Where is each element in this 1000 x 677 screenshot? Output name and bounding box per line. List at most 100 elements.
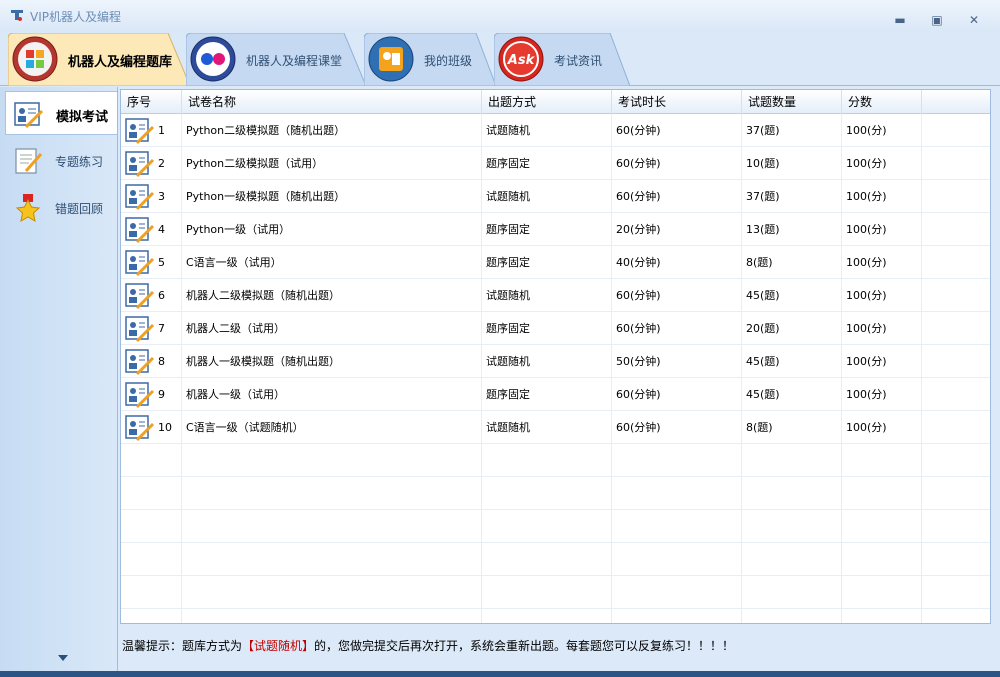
- column-header-name[interactable]: 试卷名称: [182, 90, 482, 114]
- table-row[interactable]: 6 机器人二级模拟题（随机出题） 试题随机 60(分钟) 45(题) 100(分): [121, 279, 990, 312]
- cell-name: Python一级模拟题（随机出题）: [182, 180, 482, 213]
- bottom-bar: [0, 671, 1000, 677]
- main-tab-bar: 机器人及编程题库 机器人及编程课堂 我的班级 Ask 考试资讯: [0, 30, 1000, 86]
- sidebar-scroll-down-icon[interactable]: [58, 655, 68, 661]
- cell-count: 37(题): [742, 180, 842, 213]
- table-row[interactable]: 10 C语言一级（试题随机） 试题随机 60(分钟) 8(题) 100(分): [121, 411, 990, 444]
- cell-score: 100(分): [842, 312, 922, 345]
- cell-no: 8: [121, 345, 182, 378]
- cell-name: C语言一级（试题随机）: [182, 411, 482, 444]
- tab-label: 我的班级: [424, 54, 473, 68]
- cell-count: 37(题): [742, 114, 842, 147]
- table-row[interactable]: 7 机器人二级（试用） 题序固定 60(分钟) 20(题) 100(分): [121, 312, 990, 345]
- tip-text: 温馨提示：题库方式为【试题随机】的，您做完提交后再次打开，系统会重新出题。每套题…: [122, 637, 734, 654]
- column-header-count[interactable]: 试题数量: [742, 90, 842, 114]
- row-number: 9: [158, 388, 165, 401]
- row-number: 3: [158, 190, 165, 203]
- column-header-score[interactable]: 分数: [842, 90, 922, 114]
- sidebar: 模拟考试 专题练习 错题回顾: [0, 87, 118, 671]
- app-logo-icon: [11, 10, 23, 21]
- cell-no: 6: [121, 279, 182, 312]
- cell-name: 机器人二级（试用）: [182, 312, 482, 345]
- tab-exam-news[interactable]: Ask 考试资讯: [494, 33, 630, 86]
- cell-mode: 题序固定: [482, 147, 612, 180]
- row-number: 2: [158, 157, 165, 170]
- row-number: 8: [158, 355, 165, 368]
- cell-duration: 60(分钟): [612, 180, 742, 213]
- cell-mode: 题序固定: [482, 246, 612, 279]
- exam-paper-icon: [125, 348, 155, 375]
- column-header-duration[interactable]: 考试时长: [612, 90, 742, 114]
- table-row[interactable]: 4 Python一级（试用） 题序固定 20(分钟) 13(题) 100(分): [121, 213, 990, 246]
- table-row: [121, 444, 990, 477]
- flickr-dots-icon: [190, 36, 236, 82]
- cell-score: 100(分): [842, 411, 922, 444]
- cell-duration: 60(分钟): [612, 411, 742, 444]
- cell-no: 10: [121, 411, 182, 444]
- sidebar-item-wrong-review[interactable]: 错题回顾: [5, 185, 117, 229]
- exam-icon: [14, 102, 44, 129]
- cell-no: 4: [121, 213, 182, 246]
- cell-mode: 题序固定: [482, 213, 612, 246]
- cell-score: 100(分): [842, 114, 922, 147]
- table-row: [121, 510, 990, 543]
- restore-button[interactable]: ▣: [929, 12, 945, 28]
- close-button[interactable]: ✕: [966, 12, 982, 28]
- cell-no: 7: [121, 312, 182, 345]
- cell-count: 45(题): [742, 345, 842, 378]
- row-number: 1: [158, 124, 165, 137]
- table-row: [121, 576, 990, 609]
- tab-question-bank[interactable]: 机器人及编程题库: [8, 33, 190, 86]
- cell-name: Python二级模拟题（随机出题）: [182, 114, 482, 147]
- table-row[interactable]: 9 机器人一级（试用） 题序固定 60(分钟) 45(题) 100(分): [121, 378, 990, 411]
- tab-label: 机器人及编程课堂: [246, 54, 343, 68]
- column-header-no[interactable]: 序号: [121, 90, 182, 114]
- cell-duration: 60(分钟): [612, 378, 742, 411]
- cell-mode: 试题随机: [482, 114, 612, 147]
- cell-score: 100(分): [842, 345, 922, 378]
- table-row[interactable]: 3 Python一级模拟题（随机出题） 试题随机 60(分钟) 37(题) 100(分): [121, 180, 990, 213]
- tab-label: 机器人及编程题库: [68, 55, 173, 70]
- table-row[interactable]: 8 机器人一级模拟题（随机出题） 试题随机 50(分钟) 45(题) 100(分): [121, 345, 990, 378]
- cell-name: Python二级模拟题（试用）: [182, 147, 482, 180]
- cell-name: Python一级（试用）: [182, 213, 482, 246]
- cell-mode: 试题随机: [482, 345, 612, 378]
- table-row[interactable]: 2 Python二级模拟题（试用） 题序固定 60(分钟) 10(题) 100(分): [121, 147, 990, 180]
- tab-my-class[interactable]: 我的班级: [364, 33, 496, 86]
- tab-label: 考试资讯: [554, 54, 603, 68]
- cell-duration: 60(分钟): [612, 147, 742, 180]
- cell-duration: 60(分钟): [612, 279, 742, 312]
- tab-classroom[interactable]: 机器人及编程课堂: [186, 33, 366, 86]
- star-medal-icon: [15, 194, 41, 222]
- sidebar-item-topic-practice[interactable]: 专题练习: [5, 138, 117, 182]
- cell-mode: 题序固定: [482, 378, 612, 411]
- tip-suffix: 的，您做完提交后再次打开，系统会重新出题。每套题您可以反复练习！！！！: [314, 639, 735, 653]
- table-row[interactable]: 1 Python二级模拟题（随机出题） 试题随机 60(分钟) 37(题) 100(分): [121, 114, 990, 147]
- table-header: 序号 试卷名称 出题方式 考试时长 试题数量 分数: [121, 90, 990, 114]
- cell-score: 100(分): [842, 246, 922, 279]
- cell-score: 100(分): [842, 279, 922, 312]
- exam-paper-icon: [125, 282, 155, 309]
- cell-score: 100(分): [842, 147, 922, 180]
- sidebar-item-mock-exam[interactable]: 模拟考试: [5, 91, 117, 135]
- tip-prefix: 温馨提示：题库方式为: [122, 639, 243, 653]
- exam-paper-icon: [125, 249, 155, 276]
- row-number: 4: [158, 223, 165, 236]
- window-title: VIP机器人及编程: [30, 10, 121, 24]
- puzzle-icon: [12, 36, 58, 82]
- cell-count: 10(题): [742, 147, 842, 180]
- exam-paper-icon: [125, 216, 155, 243]
- cell-mode: 试题随机: [482, 411, 612, 444]
- cell-no: 5: [121, 246, 182, 279]
- table-row[interactable]: 5 C语言一级（试用） 题序固定 40(分钟) 8(题) 100(分): [121, 246, 990, 279]
- cell-name: 机器人一级模拟题（随机出题）: [182, 345, 482, 378]
- column-header-mode[interactable]: 出题方式: [482, 90, 612, 114]
- minimize-button[interactable]: ▬: [892, 12, 908, 28]
- cell-score: 100(分): [842, 180, 922, 213]
- cell-duration: 50(分钟): [612, 345, 742, 378]
- exam-paper-icon: [125, 414, 155, 441]
- cell-no: 3: [121, 180, 182, 213]
- exam-paper-table: 序号 试卷名称 出题方式 考试时长 试题数量 分数 1 Python二级模拟题（随…: [120, 89, 991, 624]
- exam-paper-icon: [125, 150, 155, 177]
- cell-mode: 题序固定: [482, 312, 612, 345]
